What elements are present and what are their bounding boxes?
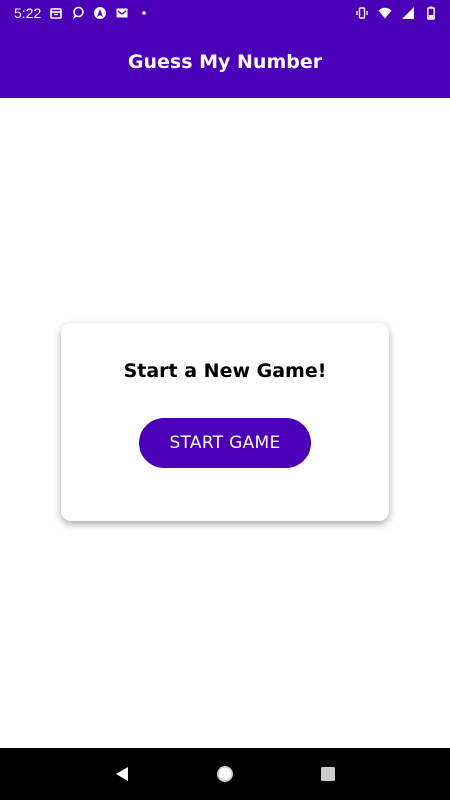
mail-icon bbox=[115, 6, 129, 20]
recents-icon[interactable] bbox=[316, 762, 340, 786]
start-game-card: Start a New Game! START GAME bbox=[61, 323, 389, 521]
vpn-icon bbox=[93, 6, 107, 20]
dot-icon bbox=[137, 6, 151, 20]
wifi-icon bbox=[378, 6, 392, 20]
card-title: Start a New Game! bbox=[123, 360, 327, 382]
start-game-button[interactable]: START GAME bbox=[139, 418, 311, 468]
status-bar: 5:22 bbox=[0, 0, 450, 26]
chat-bubble-icon bbox=[71, 6, 85, 20]
status-left: 5:22 bbox=[14, 5, 151, 21]
app-bar: Guess My Number bbox=[0, 26, 450, 98]
back-icon[interactable] bbox=[110, 762, 134, 786]
app-screen: 5:22 Guess My Number Start a New Game! S… bbox=[0, 0, 450, 800]
vibrate-icon bbox=[355, 6, 369, 20]
system-nav-bar bbox=[0, 748, 450, 800]
app-title: Guess My Number bbox=[127, 51, 323, 73]
calendar-icon bbox=[49, 6, 63, 20]
battery-icon bbox=[424, 6, 438, 20]
cell-signal-icon bbox=[401, 6, 415, 20]
status-right bbox=[355, 6, 438, 20]
status-time: 5:22 bbox=[14, 5, 42, 21]
home-icon[interactable] bbox=[213, 762, 237, 786]
